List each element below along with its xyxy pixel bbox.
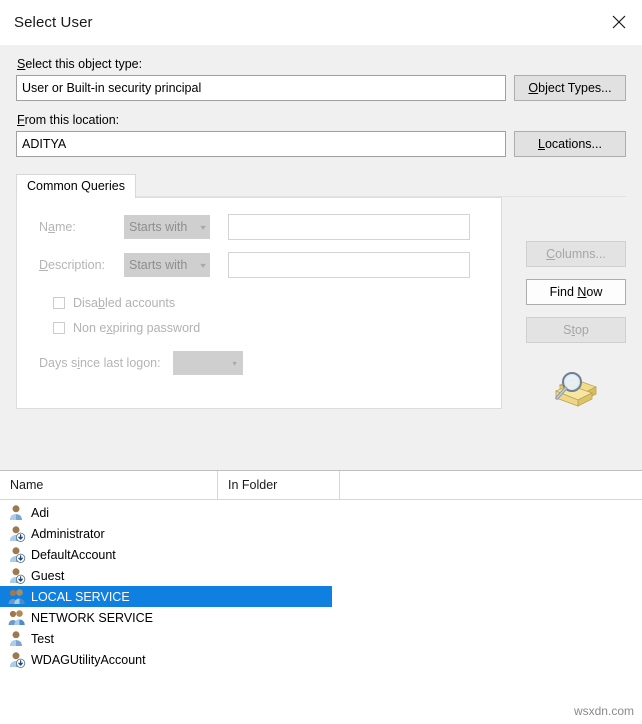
query-description-operator-value: Starts with (129, 258, 188, 272)
column-header-filler (340, 471, 642, 499)
query-name-label: Name: (39, 220, 76, 234)
object-types-button[interactable]: Object Types... (514, 75, 626, 101)
days-since-last-logon-label: Days since last logon: (39, 356, 161, 370)
result-name: LOCAL SERVICE (31, 589, 130, 604)
close-button[interactable] (596, 0, 642, 44)
table-row[interactable]: Adi (0, 502, 642, 523)
disabled-accounts-row[interactable]: Disabled accounts (53, 296, 501, 310)
query-name-operator-value: Starts with (129, 220, 188, 234)
disabled-accounts-label: Disabled accounts (73, 296, 176, 310)
group-icon (8, 609, 26, 626)
object-type-label: Select this object type: (17, 57, 143, 71)
chevron-down-icon: ▾ (200, 260, 206, 270)
table-row[interactable]: Test (0, 628, 642, 649)
result-name: Guest (31, 568, 65, 583)
result-name: Adi (31, 505, 50, 520)
query-name-operator-select[interactable]: Starts with ▾ (124, 215, 210, 239)
watermark: wsxdn.com (573, 704, 634, 718)
stop-button[interactable]: Stop (526, 317, 626, 343)
object-type-row: User or Built-in security principal Obje… (16, 75, 626, 101)
group-icon (8, 588, 26, 605)
close-icon (611, 14, 627, 30)
column-header-name[interactable]: Name (0, 471, 218, 499)
table-row[interactable]: DefaultAccount (0, 544, 642, 565)
user-icon (8, 630, 26, 647)
query-description-input[interactable] (228, 252, 470, 278)
non-expiring-password-row[interactable]: Non expiring password (53, 321, 501, 335)
search-actions: Columns... Find Now Stop (526, 241, 626, 412)
columns-button[interactable]: Columns... (526, 241, 626, 267)
user-icon (8, 504, 26, 521)
result-name: Test (31, 631, 54, 646)
query-name-row: Name: Starts with ▾ (39, 214, 501, 240)
results-column-header: Name In Folder (0, 471, 642, 500)
results-rows: Adi Administrator DefaultAccount Guest LOCAL… (0, 500, 642, 670)
location-value: ADITYA (22, 137, 67, 151)
table-row[interactable]: Administrator (0, 523, 642, 544)
query-name-input[interactable] (228, 214, 470, 240)
user-disabled-icon (8, 525, 26, 542)
non-expiring-password-label: Non expiring password (73, 321, 201, 335)
user-disabled-icon (8, 651, 26, 668)
tabstrip-filler (135, 176, 626, 197)
table-row[interactable]: Guest (0, 565, 642, 586)
table-row[interactable]: WDAGUtilityAccount (0, 649, 642, 670)
query-description-operator-select[interactable]: Starts with ▾ (124, 253, 210, 277)
query-description-row: Description: Starts with ▾ (39, 252, 501, 278)
location-label: From this location: (17, 113, 120, 127)
location-input[interactable]: ADITYA (16, 131, 506, 157)
select-user-dialog: Select User Select this object type: Use… (0, 0, 642, 724)
object-type-input[interactable]: User or Built-in security principal (16, 75, 506, 101)
object-type-value: User or Built-in security principal (22, 81, 202, 95)
days-since-last-logon-select[interactable]: ▾ (172, 351, 243, 375)
result-name: DefaultAccount (31, 547, 116, 562)
chevron-down-icon: ▾ (232, 358, 237, 368)
result-name: Administrator (31, 526, 105, 541)
table-row[interactable]: LOCAL SERVICE (0, 586, 332, 607)
result-name: WDAGUtilityAccount (31, 652, 146, 667)
locations-button[interactable]: Locations... (514, 131, 626, 157)
tab-common-queries-label: Common Queries (27, 179, 125, 193)
search-results-list[interactable]: Name In Folder Adi Administrator DefaultAc… (0, 470, 642, 724)
table-row[interactable]: NETWORK SERVICE (0, 607, 642, 628)
disabled-accounts-checkbox[interactable] (53, 297, 65, 309)
user-disabled-icon (8, 546, 26, 563)
days-since-last-logon-row: Days since last logon: ▾ (39, 351, 501, 375)
chevron-down-icon: ▾ (200, 222, 206, 232)
tabstrip: Common Queries (16, 173, 626, 198)
query-description-label: Description: (39, 258, 106, 272)
result-name: NETWORK SERVICE (31, 610, 154, 625)
location-row: ADITYA Locations... (16, 131, 626, 157)
title-bar: Select User (0, 0, 642, 45)
tab-common-queries[interactable]: Common Queries (16, 174, 136, 198)
find-now-button[interactable]: Find Now (526, 279, 626, 305)
common-queries-panel: Name: Starts with ▾ Description: Starts … (16, 197, 502, 409)
column-header-in-folder[interactable]: In Folder (218, 471, 340, 499)
non-expiring-password-checkbox[interactable] (53, 322, 65, 334)
search-folder-icon (552, 367, 600, 412)
user-disabled-icon (8, 567, 26, 584)
page-title: Select User (14, 13, 93, 31)
